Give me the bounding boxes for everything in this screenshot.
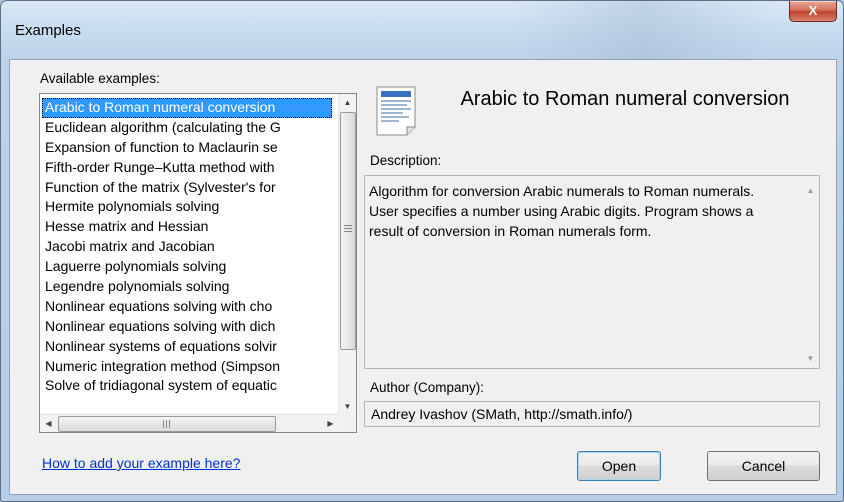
list-item[interactable]: Jacobi matrix and Jacobian — [42, 237, 332, 257]
add-example-link[interactable]: How to add your example here? — [42, 455, 240, 471]
scroll-down-icon[interactable]: ▼ — [802, 354, 819, 363]
close-icon: X — [808, 3, 818, 18]
scroll-up-icon[interactable]: ▲ — [339, 94, 356, 111]
window-title: Examples — [15, 22, 81, 39]
scrollbar-corner — [339, 415, 356, 432]
horizontal-scrollbar[interactable]: ◀ ▶ — [40, 414, 339, 432]
vertical-scrollbar[interactable]: ▲ ▼ — [338, 94, 356, 415]
title-bar-decoration — [513, 1, 773, 59]
author-field[interactable]: Andrey Ivashov (SMath, http://smath.info… — [364, 401, 820, 427]
cancel-button[interactable]: Cancel — [707, 451, 820, 481]
list-item[interactable]: Legendre polynomials solving — [42, 277, 332, 297]
close-button[interactable]: X — [789, 1, 837, 22]
list-item[interactable]: Nonlinear equations solving with cho — [42, 297, 332, 317]
list-item[interactable]: Function of the matrix (Sylvester's for — [42, 178, 332, 198]
description-label: Description: — [370, 153, 442, 168]
document-icon — [376, 86, 416, 136]
scroll-down-icon[interactable]: ▼ — [339, 398, 356, 415]
grip-icon — [163, 420, 170, 428]
vertical-scroll-thumb[interactable] — [340, 112, 356, 350]
description-scrollbar[interactable]: ▲ ▼ — [802, 176, 819, 368]
list-item[interactable]: Laguerre polynomials solving — [42, 257, 332, 277]
list-item[interactable]: Arabic to Roman numeral conversion — [42, 98, 332, 118]
examples-list[interactable]: Arabic to Roman numeral conversion Euclid… — [39, 93, 357, 433]
list-item[interactable]: Hesse matrix and Hessian — [42, 217, 332, 237]
examples-dialog: Examples X Available examples: Arabic to… — [0, 0, 844, 502]
list-item[interactable]: Hermite polynomials solving — [42, 197, 332, 217]
scroll-right-icon[interactable]: ▶ — [322, 415, 339, 432]
list-item[interactable]: Numeric integration method (Simpson — [42, 357, 332, 377]
description-text: Algorithm for conversion Arabic numerals… — [369, 183, 755, 239]
author-label: Author (Company): — [370, 380, 485, 395]
description-box[interactable]: Algorithm for conversion Arabic numerals… — [364, 175, 820, 369]
scroll-up-icon[interactable]: ▲ — [802, 186, 819, 195]
list-item[interactable]: Solve of tridiagonal system of equatic — [42, 376, 332, 396]
open-button[interactable]: Open — [577, 451, 661, 481]
examples-list-items: Arabic to Roman numeral conversion Euclid… — [42, 98, 332, 418]
scroll-left-icon[interactable]: ◀ — [40, 415, 57, 432]
list-item[interactable]: Fifth-order Runge–Kutta method with — [42, 158, 332, 178]
available-examples-label: Available examples: — [40, 71, 160, 86]
dialog-body: Available examples: Arabic to Roman nume… — [9, 59, 837, 495]
list-item[interactable]: Nonlinear equations solving with dich — [42, 317, 332, 337]
list-item[interactable]: Expansion of function to Maclaurin se — [42, 138, 332, 158]
list-item[interactable]: Nonlinear systems of equations solvir — [42, 337, 332, 357]
list-item[interactable]: Euclidean algorithm (calculating the G — [42, 118, 332, 138]
title-bar[interactable]: Examples X — [1, 1, 843, 59]
grip-icon — [344, 225, 352, 232]
example-title: Arabic to Roman numeral conversion — [460, 88, 790, 110]
horizontal-scroll-thumb[interactable] — [58, 416, 276, 432]
